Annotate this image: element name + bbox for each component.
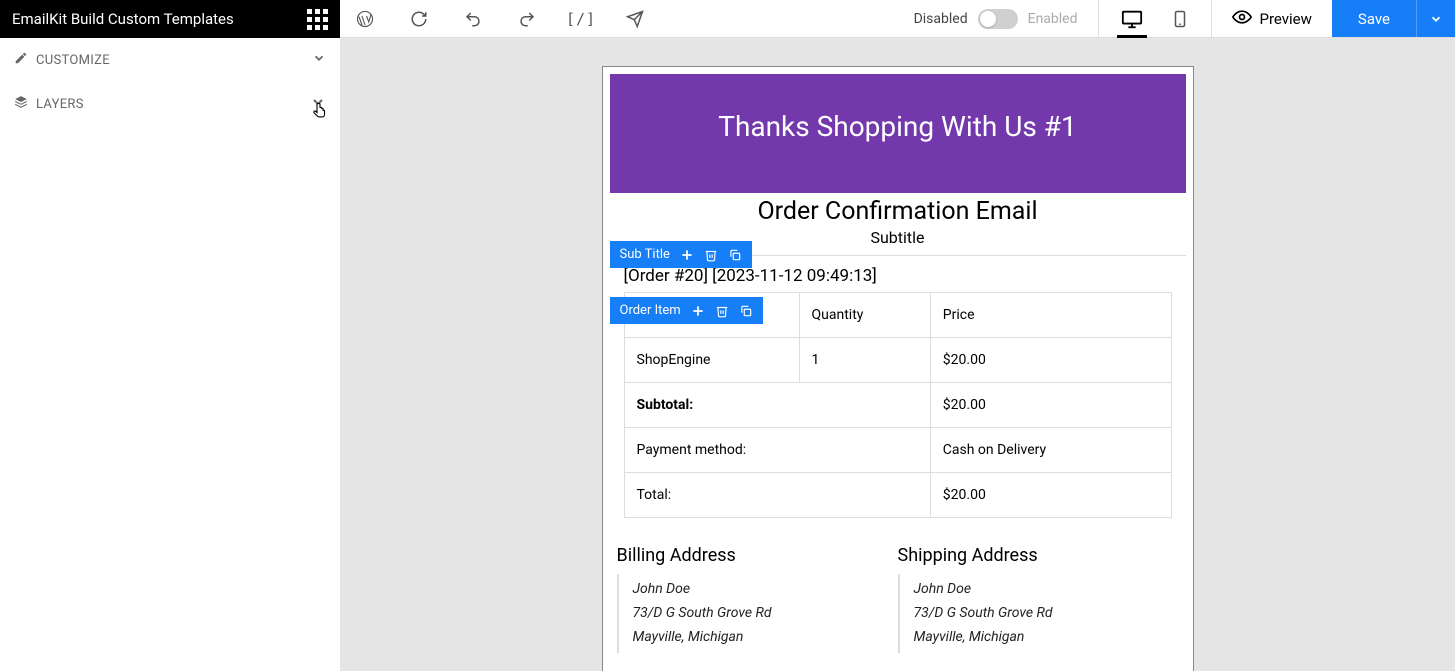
address-line2: Mayville, Michigan [914,626,1179,650]
shipping-address-column: Shipping Address John Doe 73/D G South G… [898,545,1179,653]
table-header-price: Price [930,293,1171,338]
order-table: Product Quantity Price ShopEngine 1 $20.… [624,292,1172,518]
undo-icon[interactable] [464,10,482,28]
sidebar-section-label: LAYERS [36,97,84,112]
sidebar-section-layers[interactable]: LAYERS [0,82,340,126]
plus-icon[interactable] [680,248,694,262]
addresses-block[interactable]: Billing Address John Doe 73/D G South Gr… [603,541,1193,671]
preview-label: Preview [1260,10,1312,28]
send-icon[interactable] [626,10,644,28]
billing-address-title: Billing Address [617,545,898,566]
confirmation-block[interactable]: Order Confirmation Email Subtitle [610,197,1186,247]
cell-payment-value: Cash on Delivery [930,428,1171,473]
trash-icon[interactable] [704,248,718,262]
sidebar: EmailKit Build Custom Templates CUSTOMIZ… [0,0,340,671]
shipping-address-title: Shipping Address [898,545,1179,566]
device-switcher [1098,0,1211,37]
email-header[interactable]: Thanks Shopping With Us #1 [610,74,1186,193]
email-frame[interactable]: Sub Title Order Item Thanks Shopping Wit… [602,66,1194,671]
address-line1: 73/D G South Grove Rd [914,602,1179,626]
shortcode-icon[interactable]: [/] [572,10,590,28]
table-row: Payment method: Cash on Delivery [624,428,1171,473]
redo-icon[interactable] [518,10,536,28]
sidebar-section-customize[interactable]: CUSTOMIZE [0,38,340,82]
billing-address-column: Billing Address John Doe 73/D G South Gr… [617,545,898,653]
wordpress-icon[interactable] [356,10,374,28]
element-toolbar-orderitem: Order Item [610,297,763,324]
copy-icon[interactable] [728,248,742,262]
mobile-device-button[interactable] [1171,0,1189,37]
confirmation-title: Order Confirmation Email [610,197,1186,226]
app-title: EmailKit Build Custom Templates [12,10,234,28]
trash-icon[interactable] [715,304,729,318]
table-row: Total: $20.00 [624,473,1171,518]
table-row: Subtotal: $20.00 [624,383,1171,428]
element-toolbar-label: Order Item [620,303,681,318]
element-toolbar-label: Sub Title [620,247,670,262]
table-header-quantity: Quantity [799,293,930,338]
refresh-icon[interactable] [410,10,428,28]
eye-icon [1232,7,1252,31]
save-dropdown-button[interactable] [1416,0,1455,37]
toggle-enabled-label: Enabled [1028,11,1078,27]
apps-grid-icon[interactable] [307,9,328,30]
chevron-down-icon [310,94,326,114]
address-name: John Doe [914,578,1179,602]
enabled-toggle-group: Disabled Enabled [914,9,1078,29]
address-line1: 73/D G South Grove Rd [633,602,898,626]
enabled-toggle[interactable] [978,9,1018,29]
element-toolbar-subtitle: Sub Title [610,241,752,268]
table-row: ShopEngine 1 $20.00 [624,338,1171,383]
preview-button[interactable]: Preview [1211,0,1332,37]
plus-icon[interactable] [691,304,705,318]
order-meta-line: [Order #20] [2023-11-12 09:49:13] [624,266,1172,286]
toggle-disabled-label: Disabled [914,11,968,27]
copy-icon[interactable] [739,304,753,318]
topbar: [/] Disabled Enabled Preview Save [340,0,1455,38]
cell-subtotal-value: $20.00 [930,383,1171,428]
cell-quantity: 1 [799,338,930,383]
sidebar-section-label: CUSTOMIZE [36,53,110,68]
pencil-icon [14,51,28,69]
cell-total-label: Total: [624,473,930,518]
cell-product: ShopEngine [624,338,799,383]
cell-subtotal-label: Subtotal: [624,383,930,428]
editor-canvas: Sub Title Order Item Thanks Shopping Wit… [340,38,1455,671]
sidebar-header: EmailKit Build Custom Templates [0,0,340,38]
cell-total-value: $20.00 [930,473,1171,518]
billing-address-box: John Doe 73/D G South Grove Rd Mayville,… [617,574,898,653]
cell-price: $20.00 [930,338,1171,383]
save-button[interactable]: Save [1332,0,1416,37]
address-name: John Doe [633,578,898,602]
desktop-device-button[interactable] [1121,0,1143,37]
cell-payment-label: Payment method: [624,428,930,473]
chevron-down-icon [312,51,326,69]
layers-icon [14,95,28,113]
address-line2: Mayville, Michigan [633,626,898,650]
shipping-address-box: John Doe 73/D G South Grove Rd Mayville,… [898,574,1179,653]
email-header-title: Thanks Shopping With Us #1 [718,110,1077,143]
